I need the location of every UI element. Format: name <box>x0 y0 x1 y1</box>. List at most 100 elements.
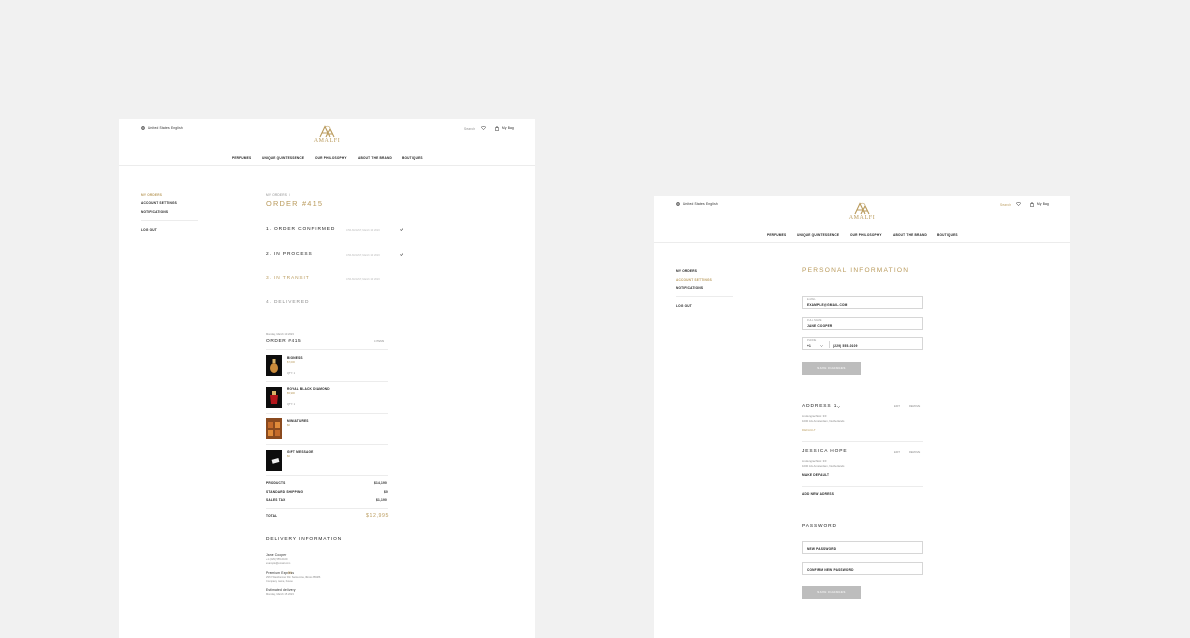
brand-logo[interactable]: AMALFI <box>312 125 342 144</box>
full-name-field-label: FULL NAME <box>807 319 822 322</box>
heart-icon[interactable] <box>1016 202 1021 206</box>
brand-logo[interactable]: AMALFI <box>847 202 877 221</box>
sidebar-item-my-orders[interactable]: MY ORDERS <box>141 193 162 197</box>
logout-link[interactable]: LOG OUT <box>676 304 692 308</box>
nav-about-the-brand[interactable]: ABOUT THE BRAND <box>358 156 392 160</box>
logout-link[interactable]: LOG OUT <box>141 228 157 232</box>
globe-icon[interactable] <box>141 126 145 130</box>
email-field[interactable]: E-MAIL EXAMPLE@GMAIL.COM <box>802 296 923 309</box>
my-bag-link[interactable]: My Bag <box>1037 202 1049 206</box>
delivery-email: example@email.com <box>266 561 291 565</box>
email-field-label: E-MAIL <box>807 298 816 301</box>
save-changes-button[interactable]: SAVE CHANGES <box>802 362 861 375</box>
full-name-field-value[interactable]: JANE COOPER <box>807 324 832 328</box>
sidebar-item-notifications[interactable]: NOTIFICATIONS <box>676 286 703 290</box>
page-title: PERSONAL INFORMATION <box>802 267 910 274</box>
nav-boutiques[interactable]: BOUTIQUES <box>402 156 423 160</box>
heart-icon[interactable] <box>481 126 486 130</box>
phone-field[interactable]: PHONE +1 (229) 555-0109 <box>802 337 923 350</box>
address-line-2: 1000 AG Amsterdam, Netherlands <box>802 464 845 468</box>
nav-our-philosophy[interactable]: OUR PHILOSOPHY <box>315 156 347 160</box>
product-name[interactable]: GIFT MESSAGE <box>287 450 314 454</box>
total-label: TOTAL <box>266 514 278 518</box>
product-price: $5,990 <box>287 392 295 395</box>
address-line-1: Lindengrachtstr. 3/F <box>802 414 827 418</box>
delivery-name: Jane Cooper <box>266 553 287 557</box>
new-password-placeholder[interactable]: NEW PASSWORD <box>807 547 836 551</box>
check-icon <box>400 228 404 231</box>
add-address-link[interactable]: ADD NEW ADRESS <box>802 492 834 496</box>
remove-address-link[interactable]: REMOVE <box>909 451 920 454</box>
nav-unique-quintessence[interactable]: UNIQUE QUINTESSENCE <box>797 233 839 237</box>
phone-field-label: PHONE <box>807 339 817 342</box>
divider <box>266 413 388 414</box>
product-name[interactable]: ROYAL BLACK DIAMOND <box>287 387 330 391</box>
my-bag-link[interactable]: My Bag <box>502 126 514 130</box>
default-badge: DEFAULT <box>802 428 816 432</box>
remove-address-link[interactable]: REMOVE <box>909 405 920 408</box>
product-image[interactable] <box>266 355 282 376</box>
divider <box>266 508 388 509</box>
nav-about-the-brand[interactable]: ABOUT THE BRAND <box>893 233 927 237</box>
nav-unique-quintessence[interactable]: UNIQUE QUINTESSENCE <box>262 156 304 160</box>
delivery-method-price: $0 <box>288 571 292 575</box>
divider <box>802 441 923 442</box>
product-name[interactable]: BIONESS <box>287 356 303 360</box>
chevron-down-icon[interactable] <box>820 345 823 347</box>
product-price: $0 <box>287 455 290 458</box>
product-image[interactable] <box>266 450 282 471</box>
step-order-confirmed: 1. ORDER CONFIRMED <box>266 227 336 232</box>
edit-address-link[interactable]: EDIT <box>894 405 900 408</box>
sidebar-item-account-settings[interactable]: ACCOUNT SETTINGS <box>676 278 712 282</box>
brand-name: AMALFI <box>848 215 876 221</box>
product-name[interactable]: MINIATURES <box>287 419 309 423</box>
delivery-title: DELIVERY INFORMATION <box>266 537 343 542</box>
phone-country-code[interactable]: +1 <box>807 344 811 348</box>
nav-boutiques[interactable]: BOUTIQUES <box>937 233 958 237</box>
sidebar-item-my-orders[interactable]: MY ORDERS <box>676 269 697 273</box>
nav-our-philosophy[interactable]: OUR PHILOSOPHY <box>850 233 882 237</box>
divider <box>266 444 388 445</box>
product-image[interactable] <box>266 387 282 408</box>
country-selector[interactable]: United States <box>148 126 170 130</box>
sidebar-item-account-settings[interactable]: ACCOUNT SETTINGS <box>141 201 177 205</box>
confirm-password-placeholder[interactable]: CONFIRM NEW PASSWORD <box>807 568 854 572</box>
sidebar-divider <box>676 296 733 297</box>
phone-number[interactable]: (229) 555-0109 <box>833 344 858 348</box>
product-qty: QTY: 1 <box>287 403 296 406</box>
email-field-value[interactable]: EXAMPLE@GMAIL.COM <box>807 303 848 307</box>
estimated-delivery-date: Monday, March 15 2023 <box>266 593 294 596</box>
chevron-down-icon[interactable] <box>837 406 840 408</box>
language-selector[interactable]: English <box>171 126 183 130</box>
nav-perfumes[interactable]: PERFUMES <box>232 156 251 160</box>
search-link[interactable]: Search <box>464 127 475 131</box>
edit-address-link[interactable]: EDIT <box>894 451 900 454</box>
sidebar-divider <box>141 220 198 221</box>
address-title: ADDRESS 1 <box>802 404 838 409</box>
page-title: ORDER #415 <box>266 199 324 208</box>
make-default-link[interactable]: MAKE DEFAULT <box>802 473 829 477</box>
divider <box>266 381 388 382</box>
search-link[interactable]: Search <box>1000 203 1011 207</box>
order-page: United States English AMALFI Search My B… <box>119 119 535 638</box>
country-selector[interactable]: United States <box>683 202 705 206</box>
breadcrumb-my-orders[interactable]: MY ORDERS <box>266 193 287 197</box>
product-price: $0 <box>287 424 290 427</box>
full-name-field[interactable]: FULL NAME JANE COOPER <box>802 317 923 330</box>
product-image[interactable] <box>266 418 282 439</box>
globe-icon[interactable] <box>676 202 680 206</box>
nav-perfumes[interactable]: PERFUMES <box>767 233 786 237</box>
sidebar-item-notifications[interactable]: NOTIFICATIONS <box>141 210 168 214</box>
bag-icon[interactable] <box>1030 201 1034 207</box>
header-divider <box>119 165 535 166</box>
confirm-password-field[interactable]: CONFIRM NEW PASSWORD <box>802 562 923 575</box>
product-qty: QTY: 1 <box>287 372 296 375</box>
password-title: PASSWORD <box>802 524 837 529</box>
address-line-2: 1000 AG Amsterdam, Netherlands <box>802 419 845 423</box>
language-selector[interactable]: English <box>706 202 718 206</box>
save-password-button[interactable]: SAVE CHANGES <box>802 586 861 599</box>
new-password-field[interactable]: NEW PASSWORD <box>802 541 923 554</box>
bag-icon[interactable] <box>495 125 499 131</box>
summary-products-label: PRODUCTS <box>266 481 286 485</box>
items-count: 4 ITEMS <box>374 340 385 343</box>
